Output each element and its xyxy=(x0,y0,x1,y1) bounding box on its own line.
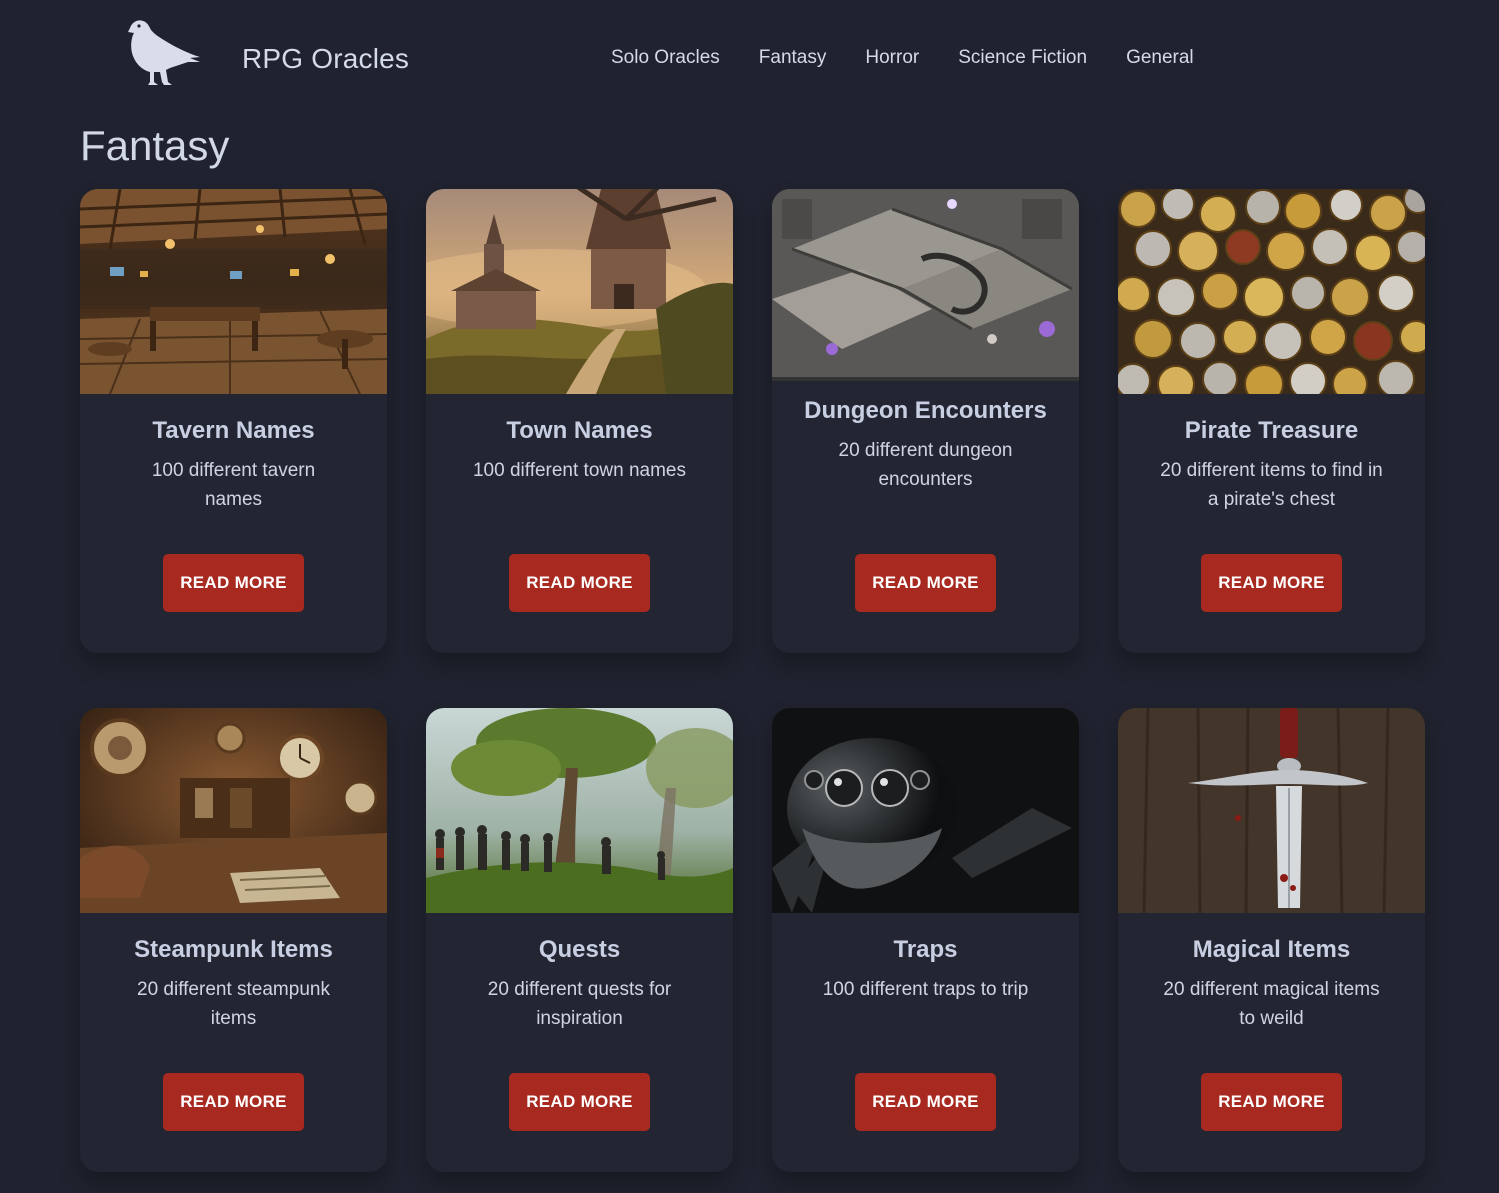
card-description: 20 different items to find in a pirate's… xyxy=(1160,460,1383,510)
card-title: Pirate Treasure xyxy=(1184,417,1359,444)
card-body: Quests 20 different quests for inspirati… xyxy=(426,913,733,1033)
tavern-interior-image[interactable] xyxy=(80,189,387,394)
card-title: Tavern Names xyxy=(152,417,315,444)
card-title: Town Names xyxy=(506,417,653,444)
card-town-names: Town Names 100 different town names READ… xyxy=(426,189,733,653)
read-more-button[interactable]: READ MORE xyxy=(855,554,996,612)
read-more-button[interactable]: READ MORE xyxy=(163,1073,304,1131)
forest-party-image[interactable] xyxy=(426,708,733,913)
site-header: RPG Oracles Solo Oracles Fantasy Horror … xyxy=(0,0,1499,120)
card-description: 20 different dungeon encounters xyxy=(838,440,1013,490)
card-magical-items: Magical Items 20 different magical items… xyxy=(1118,708,1425,1172)
card-pirate-treasure: Pirate Treasure 20 different items to fi… xyxy=(1118,189,1425,653)
card-title: Dungeon Encounters xyxy=(804,397,1047,424)
site-brand[interactable]: RPG Oracles xyxy=(242,43,409,75)
raven-icon[interactable] xyxy=(124,16,204,90)
card-body: Tavern Names 100 different tavern names xyxy=(80,394,387,514)
nav-link-general[interactable]: General xyxy=(1126,47,1194,69)
card-quests: Quests 20 different quests for inspirati… xyxy=(426,708,733,1172)
main-nav: Solo Oracles Fantasy Horror Science Fict… xyxy=(611,47,1194,69)
card-description: 20 different magical items to weild xyxy=(1163,979,1380,1029)
card-tavern-names: Tavern Names 100 different tavern names … xyxy=(80,189,387,653)
read-more-button[interactable]: READ MORE xyxy=(509,554,650,612)
card-body: Steampunk Items 20 different steampunk i… xyxy=(80,913,387,1033)
card-body: Traps 100 different traps to trip xyxy=(772,913,1079,1004)
nav-link-fantasy[interactable]: Fantasy xyxy=(759,47,827,69)
card-description: 100 different town names xyxy=(472,460,686,481)
card-title: Magical Items xyxy=(1192,936,1351,963)
read-more-button[interactable]: READ MORE xyxy=(509,1073,650,1131)
card-body: Pirate Treasure 20 different items to fi… xyxy=(1118,394,1425,514)
read-more-button[interactable]: READ MORE xyxy=(163,554,304,612)
card-dungeon-encounters: Dungeon Encounters 20 different dungeon … xyxy=(772,189,1079,653)
sword-image[interactable] xyxy=(1118,708,1425,913)
nav-link-horror[interactable]: Horror xyxy=(865,47,919,69)
card-description: 20 different steampunk items xyxy=(137,979,330,1029)
read-more-button[interactable]: READ MORE xyxy=(855,1073,996,1131)
dungeon-map-image[interactable] xyxy=(772,189,1079,381)
page-title: Fantasy xyxy=(80,122,230,169)
read-more-button[interactable]: READ MORE xyxy=(1201,1073,1342,1131)
card-body: Dungeon Encounters 20 different dungeon … xyxy=(772,381,1079,494)
coins-image[interactable] xyxy=(1118,189,1425,394)
windmill-town-image[interactable] xyxy=(426,189,733,394)
card-description: 20 different quests for inspiration xyxy=(487,979,672,1029)
card-title: Steampunk Items xyxy=(134,936,333,963)
card-title: Quests xyxy=(538,936,621,963)
card-body: Magical Items 20 different magical items… xyxy=(1118,913,1425,1033)
spider-image[interactable] xyxy=(772,708,1079,913)
card-description: 100 different traps to trip xyxy=(822,979,1029,1000)
card-grid: Tavern Names 100 different tavern names … xyxy=(80,189,1425,1172)
card-traps: Traps 100 different traps to trip READ M… xyxy=(772,708,1079,1172)
card-description: 100 different tavern names xyxy=(151,460,316,510)
card-body: Town Names 100 different town names xyxy=(426,394,733,485)
steampunk-room-image[interactable] xyxy=(80,708,387,913)
nav-link-solo-oracles[interactable]: Solo Oracles xyxy=(611,47,720,69)
read-more-button[interactable]: READ MORE xyxy=(1201,554,1342,612)
card-title: Traps xyxy=(893,936,958,963)
nav-link-science-fiction[interactable]: Science Fiction xyxy=(958,47,1087,69)
card-steampunk-items: Steampunk Items 20 different steampunk i… xyxy=(80,708,387,1172)
